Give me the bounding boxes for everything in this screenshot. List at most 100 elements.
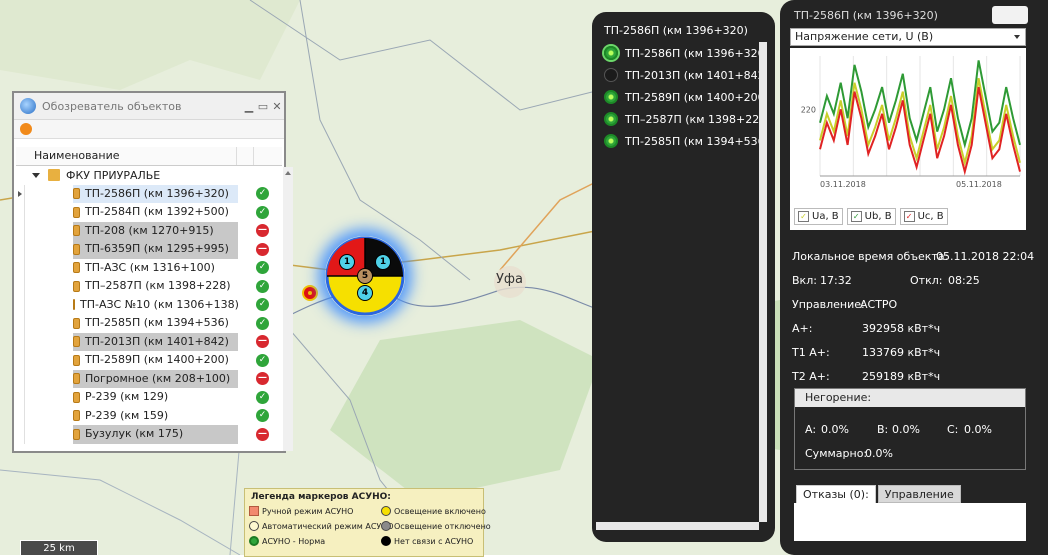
tab-control[interactable]: Управление bbox=[877, 485, 961, 503]
column-header-name[interactable]: Наименование bbox=[16, 147, 237, 165]
table-row[interactable]: ТП-2589П (км 1400+200) ✓ bbox=[16, 351, 282, 370]
explorer-scrollbar[interactable] bbox=[283, 167, 293, 451]
row-selector[interactable] bbox=[16, 406, 25, 425]
table-row[interactable]: Р-239 (км 159) ✓ bbox=[16, 406, 282, 425]
expand-arrow-icon[interactable] bbox=[32, 172, 40, 178]
row-selector[interactable] bbox=[16, 221, 25, 240]
scroll-up-icon[interactable] bbox=[285, 171, 291, 175]
close-icon[interactable]: ✕ bbox=[270, 100, 284, 113]
substation-icon bbox=[73, 188, 80, 200]
status-ok-icon: ✓ bbox=[256, 205, 269, 219]
energy-a-label: А+: bbox=[792, 322, 813, 335]
row-selector[interactable] bbox=[16, 332, 25, 351]
status-normal-icon bbox=[604, 90, 618, 104]
x-tick-label: 03.11.2018 bbox=[820, 180, 866, 189]
status-ok-icon: ✓ bbox=[256, 390, 269, 404]
row-selector[interactable] bbox=[16, 295, 25, 314]
list-item[interactable]: ТП-2585П (км 1394+536) bbox=[596, 130, 760, 152]
table-row[interactable]: ТП-6359П (км 1295+995) — bbox=[16, 240, 282, 259]
cluster-list-hscrollbar[interactable] bbox=[596, 522, 759, 530]
row-selector[interactable] bbox=[16, 203, 25, 222]
row-selector[interactable] bbox=[16, 351, 25, 370]
status-ok-icon: ✓ bbox=[256, 353, 269, 367]
legend-item-light-on: Освещение включено bbox=[381, 506, 486, 516]
legend-item-manual: Ручной режим АСУНО bbox=[249, 506, 353, 516]
table-row[interactable]: Р-239 (км 129) ✓ bbox=[16, 388, 282, 407]
cluster-list-vscrollbar[interactable] bbox=[759, 42, 767, 522]
legend-ub[interactable]: ✓ Ub, В bbox=[846, 208, 896, 225]
table-row[interactable]: Бузулук (км 175) — bbox=[16, 425, 282, 444]
map-marker-manual-mode[interactable] bbox=[302, 285, 318, 301]
status-dark-icon bbox=[604, 68, 618, 82]
phase-b-value: 0.0% bbox=[892, 423, 920, 436]
row-name-cell: ТП-2584П (км 1392+500) bbox=[73, 203, 238, 222]
table-row[interactable]: Погромное (км 208+100) — bbox=[16, 369, 282, 388]
energy-t2-value: 259189 кВт*ч bbox=[862, 370, 941, 383]
list-item[interactable]: ТП–2587П (км 1398+228) bbox=[596, 108, 760, 130]
row-selector[interactable] bbox=[16, 240, 25, 259]
list-item[interactable]: ТП-2589П (км 1400+200) bbox=[596, 86, 760, 108]
table-row[interactable]: ТП-208 (км 1270+915) — bbox=[16, 221, 282, 240]
row-selector[interactable] bbox=[16, 425, 25, 444]
row-selector[interactable] bbox=[16, 369, 25, 388]
pin-button[interactable] bbox=[992, 6, 1028, 24]
table-row[interactable]: ТП-АЗС (км 1316+100) ✓ bbox=[16, 258, 282, 277]
tree-root-row[interactable]: ФКУ ПРИУРАЛЬЕ bbox=[16, 166, 282, 185]
city-label-ufa: Уфа bbox=[496, 272, 524, 287]
explorer-titlebar[interactable]: Обозреватель объектов ▁ ▭ ✕ bbox=[14, 93, 284, 120]
substation-icon bbox=[73, 262, 80, 274]
row-selector[interactable] bbox=[16, 258, 25, 277]
tab-failures[interactable]: Отказы (0): bbox=[796, 485, 876, 503]
substation-icon bbox=[73, 243, 80, 255]
off-time-value: 08:25 bbox=[948, 274, 980, 287]
row-label: ТП-6359П (км 1295+995) bbox=[85, 242, 229, 256]
map-cluster-marker[interactable]: 1 1 5 4 bbox=[325, 236, 405, 316]
no-link-icon bbox=[381, 536, 391, 546]
object-explorer-window: Обозреватель объектов ▁ ▭ ✕ Наименование… bbox=[12, 91, 293, 453]
row-label: ТП-2589П (км 1400+200) bbox=[85, 353, 229, 367]
status-offline-icon: — bbox=[256, 242, 269, 256]
row-selector[interactable] bbox=[16, 277, 25, 296]
row-label: Погромное (км 208+100) bbox=[85, 371, 231, 385]
phase-a-label: A: bbox=[805, 423, 817, 436]
table-row[interactable]: ТП-АЗС №10 (км 1306+138) ✓ bbox=[16, 295, 282, 314]
legend-item-light-off: Освещение отключено bbox=[381, 521, 491, 531]
list-item-label: ТП-2585П (км 1394+536) bbox=[625, 134, 760, 148]
table-row[interactable]: ТП-2585П (км 1394+536) ✓ bbox=[16, 314, 282, 333]
checkbox-ua[interactable]: ✓ bbox=[798, 211, 809, 222]
legend-title: Легенда маркеров АСУНО: bbox=[251, 492, 391, 502]
list-item[interactable]: ТП-2586П (км 1396+320) bbox=[596, 42, 760, 64]
row-selector[interactable] bbox=[16, 184, 25, 203]
minimize-icon[interactable]: ▁ bbox=[242, 100, 256, 113]
row-label: ТП-208 (км 1270+915) bbox=[85, 223, 214, 237]
chart-legend: ✓ Ua, В ✓ Ub, В ✓ Uc, В bbox=[794, 208, 948, 225]
row-selector[interactable] bbox=[16, 388, 25, 407]
row-selector[interactable] bbox=[16, 314, 25, 333]
row-name-cell: Р-239 (км 129) bbox=[73, 388, 238, 407]
table-row[interactable]: ТП-2586П (км 1396+320) ✓ bbox=[16, 184, 282, 203]
legend-uc[interactable]: ✓ Uc, В bbox=[899, 208, 948, 225]
table-row[interactable]: ТП–2587П (км 1398+228) ✓ bbox=[16, 277, 282, 296]
non-burning-title: Негорение: bbox=[795, 389, 1025, 407]
manual-mode-swatch-icon bbox=[249, 506, 259, 516]
list-item[interactable]: ТП-2013П (км 1401+842) bbox=[596, 64, 760, 86]
table-row[interactable]: ТП-2013П (км 1401+842) — bbox=[16, 332, 282, 351]
checkbox-uc[interactable]: ✓ bbox=[903, 211, 915, 222]
parameter-select[interactable]: Напряжение сети, U (В) bbox=[790, 28, 1026, 46]
checkbox-ub[interactable]: ✓ bbox=[850, 211, 862, 222]
refresh-icon[interactable] bbox=[20, 123, 32, 135]
energy-t2-label: Т2 А+: bbox=[792, 370, 830, 383]
explorer-toolbar bbox=[14, 120, 284, 139]
legend-ua[interactable]: ✓ Ua, В bbox=[794, 208, 843, 225]
table-row[interactable]: ТП-2584П (км 1392+500) ✓ bbox=[16, 203, 282, 222]
control-label: Управление: bbox=[792, 298, 865, 311]
cluster-count-black: 1 bbox=[375, 254, 391, 270]
list-item-label: ТП-2586П (км 1396+320) bbox=[625, 46, 760, 60]
substation-icon bbox=[73, 354, 80, 366]
explorer-rows: ТП-2586П (км 1396+320) ✓ ТП-2584П (км 1392… bbox=[16, 184, 282, 444]
grid-header: Наименование bbox=[16, 147, 282, 166]
legend-item-no-link: Нет связи с АСУНО bbox=[381, 536, 473, 546]
maximize-icon[interactable]: ▭ bbox=[256, 100, 270, 113]
on-time-label: Вкл: bbox=[792, 274, 817, 287]
parameter-select-value: Напряжение сети, U (В) bbox=[795, 30, 934, 43]
